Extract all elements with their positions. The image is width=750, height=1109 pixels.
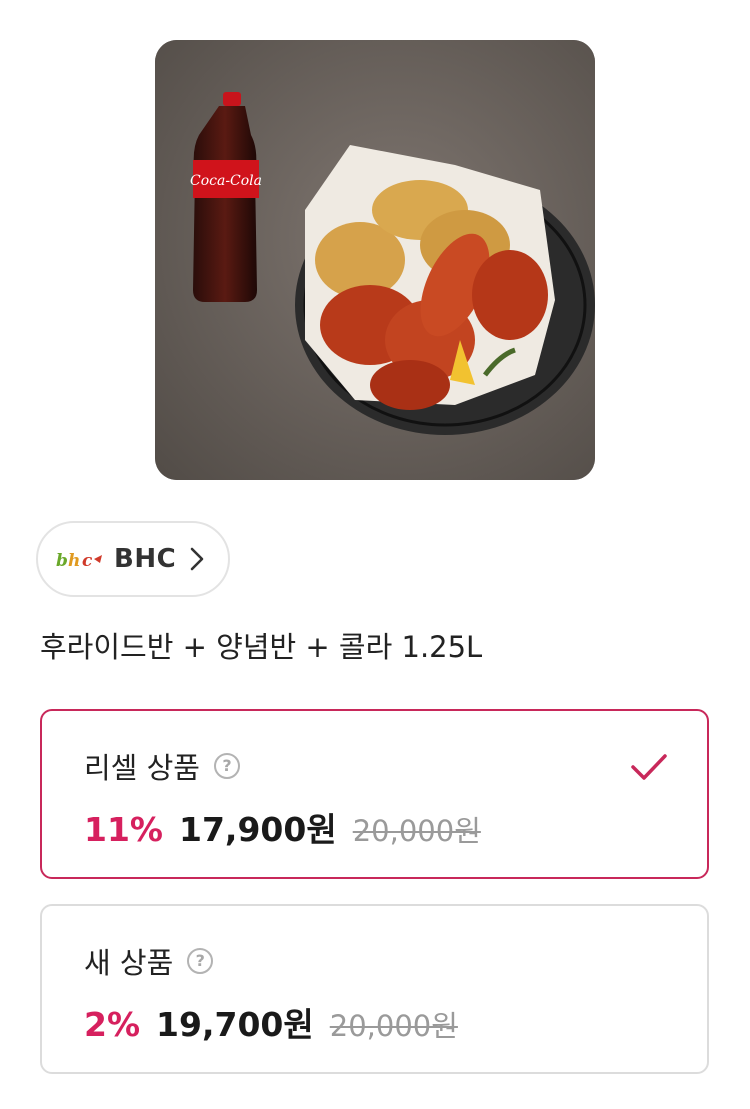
- option-label-row: 새 상품 ?: [84, 940, 214, 982]
- chevron-right-icon: [190, 547, 204, 571]
- svg-text:c: c: [82, 551, 93, 571]
- option-label-row: 리셀 상품 ?: [84, 745, 240, 787]
- price-row: 2% 19,700원 20,000원: [84, 998, 458, 1046]
- discount-rate: 2%: [84, 1005, 141, 1044]
- product-title: 후라이드반 + 양념반 + 콜라 1.25L: [40, 630, 483, 664]
- sale-price: 17,900원: [179, 810, 337, 849]
- original-price: 20,000원: [329, 1009, 458, 1043]
- question-circle-icon[interactable]: ?: [187, 948, 214, 974]
- product-image: Coca-Cola: [155, 40, 595, 480]
- discount-rate: 11%: [84, 810, 163, 849]
- sale-price: 19,700원: [156, 1005, 314, 1044]
- option-resell[interactable]: 리셀 상품 ? 11% 17,900원 20,000원: [40, 709, 709, 879]
- svg-text:h: h: [68, 551, 80, 571]
- brand-link[interactable]: b h c BHC: [36, 521, 230, 597]
- check-icon: [631, 754, 667, 780]
- option-new[interactable]: 새 상품 ? 2% 19,700원 20,000원: [40, 904, 709, 1074]
- original-price: 20,000원: [352, 814, 481, 848]
- question-circle-icon[interactable]: ?: [213, 753, 240, 779]
- svg-text:Coca-Cola: Coca-Cola: [190, 173, 262, 189]
- brand-name: BHC: [114, 544, 177, 574]
- option-label: 리셀 상품: [84, 751, 200, 785]
- svg-text:b: b: [56, 551, 68, 571]
- bhc-logo: b h c: [56, 551, 102, 571]
- chicken-set-photo: Coca-Cola: [155, 40, 595, 480]
- price-row: 11% 17,900원 20,000원: [84, 803, 481, 851]
- option-label: 새 상품: [84, 946, 174, 980]
